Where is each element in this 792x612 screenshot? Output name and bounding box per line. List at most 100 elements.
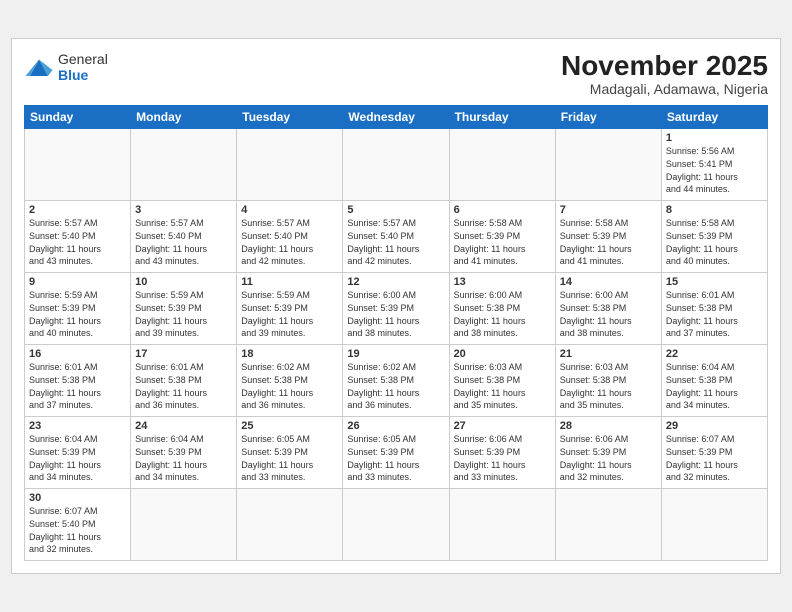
day-number: 25 [241,420,338,432]
calendar-cell: 29Sunrise: 6:07 AMSunset: 5:39 PMDayligh… [661,417,767,489]
calendar-cell: 8Sunrise: 5:58 AMSunset: 5:39 PMDaylight… [661,201,767,273]
day-number: 18 [241,348,338,360]
calendar-cell: 27Sunrise: 6:06 AMSunset: 5:39 PMDayligh… [449,417,555,489]
day-info: Sunrise: 5:58 AMSunset: 5:39 PMDaylight:… [560,217,657,267]
calendar-cell: 26Sunrise: 6:05 AMSunset: 5:39 PMDayligh… [343,417,449,489]
calendar-cell [237,129,343,201]
day-number: 10 [135,276,232,288]
day-number: 9 [29,276,126,288]
day-info: Sunrise: 6:07 AMSunset: 5:39 PMDaylight:… [666,433,763,483]
day-info: Sunrise: 5:57 AMSunset: 5:40 PMDaylight:… [347,217,444,267]
day-info: Sunrise: 5:59 AMSunset: 5:39 PMDaylight:… [241,289,338,339]
day-info: Sunrise: 6:04 AMSunset: 5:39 PMDaylight:… [29,433,126,483]
calendar-cell: 4Sunrise: 5:57 AMSunset: 5:40 PMDaylight… [237,201,343,273]
calendar-container: General Blue November 2025 Madagali, Ada… [11,38,781,575]
day-info: Sunrise: 6:05 AMSunset: 5:39 PMDaylight:… [241,433,338,483]
calendar-cell [131,129,237,201]
day-header-thursday: Thursday [449,106,555,129]
day-header-wednesday: Wednesday [343,106,449,129]
day-number: 17 [135,348,232,360]
day-number: 22 [666,348,763,360]
logo-text: General Blue [58,51,108,85]
calendar-cell [661,489,767,561]
calendar-cell: 15Sunrise: 6:01 AMSunset: 5:38 PMDayligh… [661,273,767,345]
day-info: Sunrise: 6:06 AMSunset: 5:39 PMDaylight:… [454,433,551,483]
day-info: Sunrise: 5:56 AMSunset: 5:41 PMDaylight:… [666,145,763,195]
day-number: 8 [666,204,763,216]
title-area: November 2025 Madagali, Adamawa, Nigeria [561,51,768,98]
day-header-friday: Friday [555,106,661,129]
day-number: 7 [560,204,657,216]
day-number: 20 [454,348,551,360]
calendar-cell [449,129,555,201]
day-number: 14 [560,276,657,288]
logo-blue: Blue [58,67,88,83]
day-info: Sunrise: 5:59 AMSunset: 5:39 PMDaylight:… [29,289,126,339]
calendar-cell: 18Sunrise: 6:02 AMSunset: 5:38 PMDayligh… [237,345,343,417]
calendar-cell: 25Sunrise: 6:05 AMSunset: 5:39 PMDayligh… [237,417,343,489]
calendar-cell [343,129,449,201]
calendar-cell: 19Sunrise: 6:02 AMSunset: 5:38 PMDayligh… [343,345,449,417]
day-number: 16 [29,348,126,360]
day-header-sunday: Sunday [25,106,131,129]
calendar-cell: 21Sunrise: 6:03 AMSunset: 5:38 PMDayligh… [555,345,661,417]
day-header-monday: Monday [131,106,237,129]
day-info: Sunrise: 6:00 AMSunset: 5:39 PMDaylight:… [347,289,444,339]
day-info: Sunrise: 6:00 AMSunset: 5:38 PMDaylight:… [560,289,657,339]
day-info: Sunrise: 6:03 AMSunset: 5:38 PMDaylight:… [454,361,551,411]
calendar-cell: 17Sunrise: 6:01 AMSunset: 5:38 PMDayligh… [131,345,237,417]
calendar-cell [555,129,661,201]
day-number: 12 [347,276,444,288]
day-info: Sunrise: 5:58 AMSunset: 5:39 PMDaylight:… [454,217,551,267]
calendar-week-3: 9Sunrise: 5:59 AMSunset: 5:39 PMDaylight… [25,273,768,345]
day-number: 15 [666,276,763,288]
logo-general: General [58,51,108,67]
day-header-saturday: Saturday [661,106,767,129]
calendar-cell: 9Sunrise: 5:59 AMSunset: 5:39 PMDaylight… [25,273,131,345]
calendar-cell [343,489,449,561]
day-info: Sunrise: 6:01 AMSunset: 5:38 PMDaylight:… [666,289,763,339]
calendar-cell [555,489,661,561]
day-info: Sunrise: 6:03 AMSunset: 5:38 PMDaylight:… [560,361,657,411]
day-info: Sunrise: 6:02 AMSunset: 5:38 PMDaylight:… [347,361,444,411]
calendar-cell: 6Sunrise: 5:58 AMSunset: 5:39 PMDaylight… [449,201,555,273]
day-number: 4 [241,204,338,216]
calendar-cell [25,129,131,201]
calendar-cell: 30Sunrise: 6:07 AMSunset: 5:40 PMDayligh… [25,489,131,561]
day-info: Sunrise: 6:05 AMSunset: 5:39 PMDaylight:… [347,433,444,483]
day-number: 21 [560,348,657,360]
location: Madagali, Adamawa, Nigeria [561,81,768,97]
day-number: 5 [347,204,444,216]
calendar-cell: 10Sunrise: 5:59 AMSunset: 5:39 PMDayligh… [131,273,237,345]
calendar-table: SundayMondayTuesdayWednesdayThursdayFrid… [24,105,768,561]
day-info: Sunrise: 5:57 AMSunset: 5:40 PMDaylight:… [241,217,338,267]
calendar-cell: 28Sunrise: 6:06 AMSunset: 5:39 PMDayligh… [555,417,661,489]
logo: General Blue [24,51,108,85]
calendar-cell: 20Sunrise: 6:03 AMSunset: 5:38 PMDayligh… [449,345,555,417]
day-info: Sunrise: 6:04 AMSunset: 5:38 PMDaylight:… [666,361,763,411]
day-number: 29 [666,420,763,432]
calendar-cell [449,489,555,561]
calendar-week-2: 2Sunrise: 5:57 AMSunset: 5:40 PMDaylight… [25,201,768,273]
calendar-header-row: SundayMondayTuesdayWednesdayThursdayFrid… [25,106,768,129]
day-number: 24 [135,420,232,432]
day-number: 3 [135,204,232,216]
calendar-cell: 22Sunrise: 6:04 AMSunset: 5:38 PMDayligh… [661,345,767,417]
calendar-cell: 14Sunrise: 6:00 AMSunset: 5:38 PMDayligh… [555,273,661,345]
day-info: Sunrise: 6:06 AMSunset: 5:39 PMDaylight:… [560,433,657,483]
day-info: Sunrise: 6:07 AMSunset: 5:40 PMDaylight:… [29,505,126,555]
day-info: Sunrise: 5:57 AMSunset: 5:40 PMDaylight:… [135,217,232,267]
day-info: Sunrise: 5:58 AMSunset: 5:39 PMDaylight:… [666,217,763,267]
calendar-week-6: 30Sunrise: 6:07 AMSunset: 5:40 PMDayligh… [25,489,768,561]
calendar-cell: 3Sunrise: 5:57 AMSunset: 5:40 PMDaylight… [131,201,237,273]
calendar-cell [237,489,343,561]
day-info: Sunrise: 6:02 AMSunset: 5:38 PMDaylight:… [241,361,338,411]
calendar-week-5: 23Sunrise: 6:04 AMSunset: 5:39 PMDayligh… [25,417,768,489]
day-info: Sunrise: 6:04 AMSunset: 5:39 PMDaylight:… [135,433,232,483]
day-number: 30 [29,492,126,504]
day-info: Sunrise: 5:59 AMSunset: 5:39 PMDaylight:… [135,289,232,339]
day-header-tuesday: Tuesday [237,106,343,129]
calendar-cell: 7Sunrise: 5:58 AMSunset: 5:39 PMDaylight… [555,201,661,273]
day-number: 6 [454,204,551,216]
month-year: November 2025 [561,51,768,82]
